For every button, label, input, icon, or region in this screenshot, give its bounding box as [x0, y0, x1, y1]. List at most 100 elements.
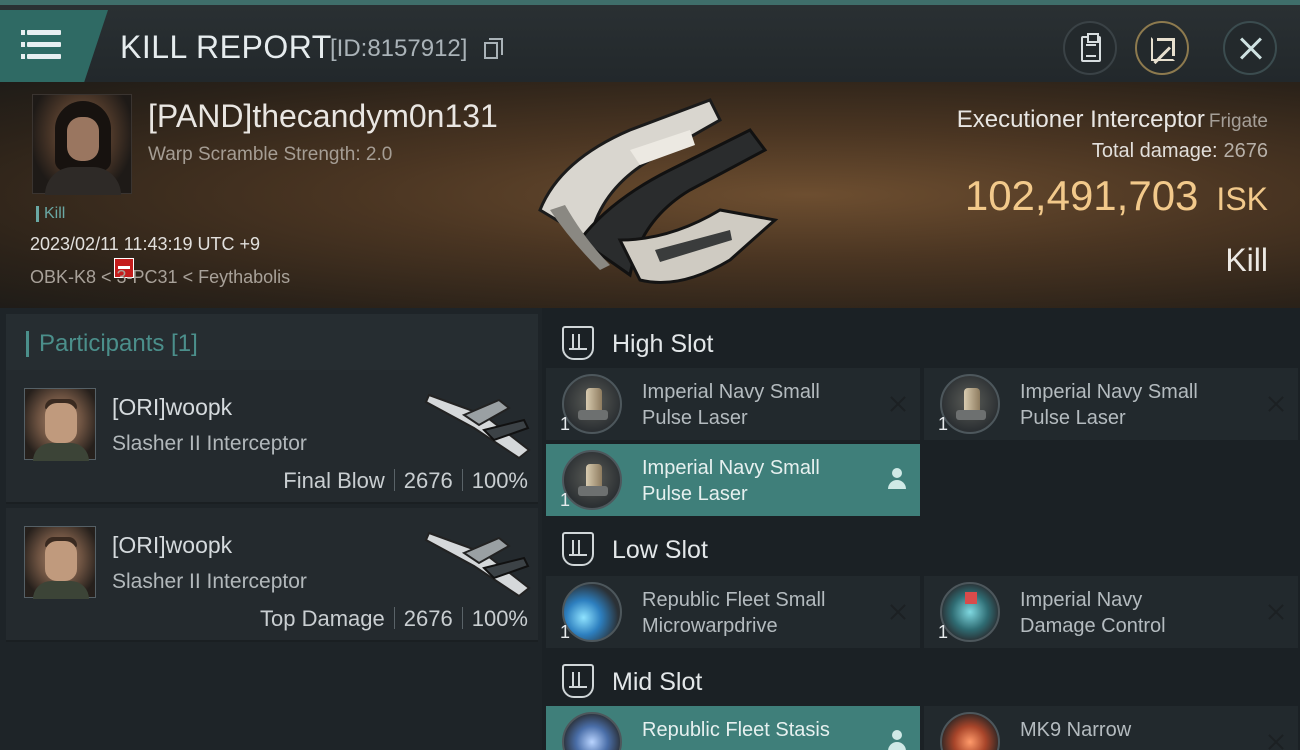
module-name-line: Imperial Navy Small	[1020, 381, 1198, 403]
participant-ship-image	[424, 531, 531, 598]
participants-header: Participants [1]	[6, 314, 538, 372]
page-title: KILL REPORT	[120, 29, 332, 65]
mid-slot-icon	[562, 664, 594, 698]
menu-button[interactable]	[0, 10, 108, 82]
module-name: Imperial Navy Small Pulse Laser	[642, 379, 882, 431]
clipboard-button[interactable]	[1063, 21, 1117, 75]
kill-tag: Kill	[36, 206, 65, 222]
high-slot-header: High Slot	[542, 314, 1300, 372]
share-button[interactable]	[1135, 21, 1189, 75]
portrait-body	[33, 443, 89, 461]
module-item[interactable]: MK9 Narrow	[924, 706, 1298, 750]
pulse-laser-icon	[562, 374, 622, 434]
module-item[interactable]: Republic Fleet Stasis	[546, 706, 920, 750]
participant-ship: Slasher II Interceptor	[112, 432, 307, 455]
participant-row[interactable]: [ORI]woopk Slasher II Interceptor Top Da…	[6, 508, 538, 642]
participant-stats: Final Blow 2676 100%	[283, 468, 528, 494]
warp-scramble-strength: Warp Scramble Strength: 2.0	[148, 144, 393, 165]
module-name: Imperial Navy Small Pulse Laser	[1020, 379, 1260, 431]
participant-avatar[interactable]	[24, 526, 96, 599]
pulse-laser-icon	[940, 374, 1000, 434]
mid-slot-label: Mid Slot	[612, 668, 703, 696]
destroyed-icon	[1266, 394, 1286, 414]
participant-name: [ORI]woopk	[112, 394, 233, 420]
close-button[interactable]	[1223, 21, 1277, 75]
participants-panel: Participants [1] [ORI]woopk Slasher II I…	[0, 308, 542, 750]
participant-ship: Slasher II Interceptor	[112, 570, 307, 593]
participant-avatar[interactable]	[24, 388, 96, 461]
participant-row[interactable]: [ORI]woopk Slasher II Interceptor Final …	[6, 370, 538, 504]
total-damage: Total damage: 2676	[1092, 140, 1268, 163]
low-slot-label: Low Slot	[612, 536, 708, 564]
participant-damage: 2676	[403, 468, 453, 493]
damage-control-icon	[940, 582, 1000, 642]
module-name-line: Pulse Laser	[642, 407, 748, 429]
kill-location: OBK-K8 < 3-PC31 < Feythabolis	[30, 267, 291, 287]
module-quantity: 1	[560, 490, 571, 510]
module-icon	[940, 712, 1000, 750]
module-name: Imperial Navy Small Pulse Laser	[642, 455, 882, 507]
victim-ship[interactable]: Executioner Interceptor Frigate	[957, 106, 1268, 134]
high-slot-icon	[562, 326, 594, 360]
module-name-line: Imperial Navy	[1020, 589, 1143, 611]
victim-ship-name: Executioner Interceptor	[956, 106, 1205, 133]
mid-slot-header: Mid Slot	[542, 652, 1300, 710]
divider	[393, 469, 395, 491]
portrait-body	[33, 581, 89, 599]
title-bar: KILL REPORT [ID:8157912]	[0, 0, 1300, 82]
pilot-icon	[888, 730, 906, 750]
clipboard-icon	[1081, 33, 1101, 62]
kill-timestamp: 2023/02/11 11:43:19 UTC +9	[30, 234, 261, 254]
module-quantity: 1	[938, 414, 949, 434]
pulse-laser-icon	[562, 450, 622, 510]
module-name-line: Republic Fleet Small	[642, 589, 826, 611]
module-item[interactable]: 1 Republic Fleet Small Microwarpdrive	[546, 576, 920, 648]
portrait-face	[45, 403, 77, 443]
copy-id-icon[interactable]	[484, 38, 503, 59]
destroyed-icon	[888, 394, 908, 414]
victim-ship-class: Frigate	[1208, 111, 1268, 132]
destroyed-icon	[1266, 732, 1286, 750]
fitting-panel: High Slot 1 Imperial Navy Small Pulse La…	[542, 308, 1300, 750]
victim-avatar[interactable]	[32, 94, 132, 195]
module-quantity: 1	[560, 414, 571, 434]
destroyed-icon	[1266, 602, 1286, 622]
total-damage-value: 2676	[1223, 140, 1269, 162]
module-quantity: 1	[560, 622, 571, 642]
module-name: Republic Fleet Small Microwarpdrive	[642, 587, 882, 639]
module-name: MK9 Narrow	[1020, 717, 1260, 743]
participant-percent: 100%	[471, 606, 528, 631]
divider	[461, 607, 463, 629]
victim-ship-image[interactable]	[520, 90, 790, 295]
share-arrow-icon	[1157, 38, 1175, 56]
menu-icon	[21, 30, 61, 35]
participant-role: Final Blow	[283, 468, 385, 493]
participant-role: Top Damage	[260, 606, 385, 631]
participants-title: Participants [1]	[26, 331, 198, 357]
module-name-line: Pulse Laser	[1020, 407, 1126, 429]
portrait-face	[45, 541, 77, 581]
avatar-body	[45, 167, 121, 195]
kill-result: Kill	[1225, 242, 1268, 278]
module-name-line: MK9 Narrow	[1020, 719, 1132, 741]
victim-name[interactable]: [PAND]thecandym0n131	[148, 98, 498, 135]
module-name-line: Microwarpdrive	[642, 615, 778, 637]
module-item[interactable]: 1 Imperial Navy Small Pulse Laser	[924, 368, 1298, 440]
total-damage-label: Total damage:	[1091, 140, 1218, 162]
module-name-line: Damage Control	[1020, 615, 1166, 637]
high-slot-label: High Slot	[612, 330, 714, 358]
divider	[393, 607, 395, 629]
stasis-webifier-icon	[562, 712, 622, 750]
module-item[interactable]: 1 Imperial Navy Small Pulse Laser	[546, 368, 920, 440]
module-item[interactable]: 1 Imperial Navy Small Pulse Laser	[546, 444, 920, 516]
destroyed-icon	[888, 602, 908, 622]
participant-percent: 100%	[471, 468, 528, 493]
module-name: Republic Fleet Stasis	[642, 717, 882, 743]
module-name-line: Imperial Navy Small	[642, 457, 820, 479]
report-id: [ID:8157912]	[330, 35, 468, 62]
module-quantity: 1	[938, 622, 949, 642]
module-item[interactable]: 1 Imperial Navy Damage Control	[924, 576, 1298, 648]
module-name-line: Pulse Laser	[642, 483, 748, 505]
avatar-face	[67, 117, 99, 161]
isk-value: 102,491,703	[964, 172, 1199, 219]
